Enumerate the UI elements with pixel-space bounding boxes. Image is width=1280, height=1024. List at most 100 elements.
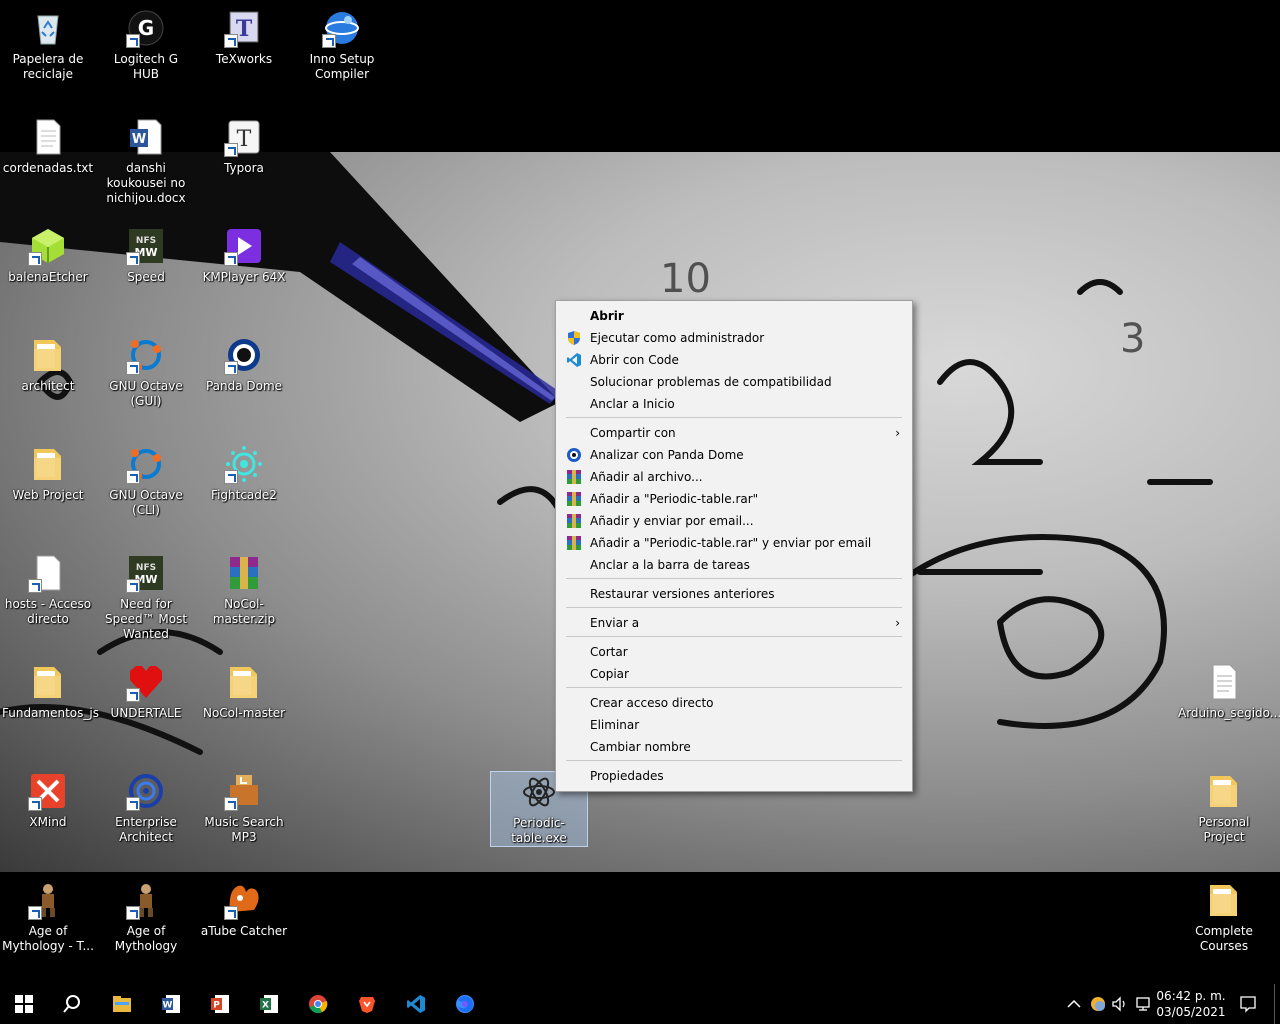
menu-item-anclar-a-la-barra-de-tareas[interactable]: Anclar a la barra de tareas: [556, 554, 912, 576]
typora-icon: T: [224, 117, 264, 157]
shortcut-arrow-icon: [126, 34, 140, 48]
taskbar-brave[interactable]: [343, 984, 391, 1024]
desktop-icon-personal-project[interactable]: Personal Project: [1176, 771, 1272, 845]
menu-item-eliminar[interactable]: Eliminar: [556, 714, 912, 736]
desktop-icon-kmplayer-64x[interactable]: KMPlayer 64X: [196, 226, 292, 285]
folder-icon: [1204, 880, 1244, 920]
shortcut-arrow-icon: [126, 252, 140, 266]
desktop-icon-nocol-master[interactable]: NoCol-master: [196, 662, 292, 721]
taskbar-vscode[interactable]: [392, 984, 440, 1024]
menu-item-añadir-a-periodic-table-rar-y-enviar-por-email[interactable]: Añadir a "Periodic-table.rar" y enviar p…: [556, 532, 912, 554]
desktop-icon-enterprise-architect[interactable]: Enterprise Architect: [98, 771, 194, 845]
desktop-icon-label: Speed: [127, 270, 165, 284]
tray-volume[interactable]: [1110, 994, 1130, 1014]
taskbar-word[interactable]: W: [147, 984, 195, 1024]
taskbar-excel[interactable]: X: [245, 984, 293, 1024]
menu-item-copiar[interactable]: Copiar: [556, 663, 912, 685]
desktop-icon-need-for-speed-most-wanted[interactable]: NFS MW Need for Speed™ Most Wanted: [98, 553, 194, 642]
desktop-icon-undertale[interactable]: UNDERTALE: [98, 662, 194, 721]
start-button[interactable]: [0, 984, 48, 1024]
desktop-icon-fundamentos-js[interactable]: Fundamentos_js: [0, 662, 99, 721]
menu-item-añadir-al-archivo[interactable]: Añadir al archivo...: [556, 466, 912, 488]
shortcut-arrow-icon: [224, 34, 238, 48]
desktop-icon-atube-catcher[interactable]: aTube Catcher: [196, 880, 292, 939]
menu-item-añadir-a-periodic-table-rar[interactable]: Añadir a "Periodic-table.rar": [556, 488, 912, 510]
desktop-icon-arduino-segido[interactable]: Arduino_segido...: [1176, 662, 1280, 721]
desktop-icon-architect[interactable]: architect: [0, 335, 96, 394]
desktop-icon-music-search-mp3[interactable]: Music Search MP3: [196, 771, 292, 845]
show-hidden-icons[interactable]: [1064, 994, 1084, 1014]
svg-text:G: G: [138, 16, 154, 40]
search-button[interactable]: [48, 984, 96, 1024]
desktop-icon-fightcade2[interactable]: Fightcade2: [196, 444, 292, 503]
aom-titans-icon: [28, 880, 68, 920]
desktop-icon-speed[interactable]: NFS MW Speed: [98, 226, 194, 285]
menu-item-propiedades[interactable]: Propiedades: [556, 765, 912, 787]
shortcut-arrow-icon: [126, 470, 140, 484]
desktop-icon-texworks[interactable]: T TeXworks: [196, 8, 292, 67]
desktop-icon-inno-setup-compiler[interactable]: Inno Setup Compiler: [294, 8, 390, 82]
menu-item-enviar-a[interactable]: Enviar a ›: [556, 612, 912, 634]
desktop-icon-balenaetcher[interactable]: balenaEtcher: [0, 226, 96, 285]
menu-item-crear-acceso-directo[interactable]: Crear acceso directo: [556, 692, 912, 714]
context-menu: Abrir Ejecutar como administrador Abrir co…: [555, 300, 913, 792]
svg-text:NFS: NFS: [136, 563, 156, 573]
action-center-button[interactable]: [1238, 994, 1258, 1014]
menu-item-label: Añadir y enviar por email...: [590, 514, 754, 528]
taskbar-file-explorer[interactable]: [98, 984, 146, 1024]
show-desktop-divider[interactable]: [1274, 984, 1275, 1024]
desktop-icon-nocol-master-zip[interactable]: NoCol-master.zip: [196, 553, 292, 627]
menu-item-label: Añadir a "Periodic-table.rar" y enviar p…: [590, 536, 872, 550]
taskbar-chrome[interactable]: [294, 984, 342, 1024]
taskbar-firefox[interactable]: [441, 984, 489, 1024]
menu-item-restaurar-versiones-anteriores[interactable]: Restaurar versiones anteriores: [556, 583, 912, 605]
menu-item-anclar-a-inicio[interactable]: Anclar a Inicio: [556, 393, 912, 415]
shortcut-arrow-icon: [224, 361, 238, 375]
shortcut-arrow-icon: [224, 252, 238, 266]
tray-weather[interactable]: [1088, 994, 1108, 1014]
desktop-icon-complete-courses[interactable]: Complete Courses: [1176, 880, 1272, 954]
desktop-icon-gnu-octave-cli[interactable]: GNU Octave (CLI): [98, 444, 194, 518]
menu-item-label: Crear acceso directo: [590, 696, 714, 710]
desktop-icon-xmind[interactable]: XMind: [0, 771, 96, 830]
desktop-icon-age-of-mythology-t[interactable]: Age of Mythology - T...: [0, 880, 96, 954]
desktop-icon-label: Age of Mythology - T...: [2, 924, 94, 953]
desktop-icon-cordenadas-txt[interactable]: cordenadas.txt: [0, 117, 96, 176]
taskbar-powerpoint[interactable]: P: [196, 984, 244, 1024]
shortcut-arrow-icon: [126, 688, 140, 702]
desktop-icon-papelera-de-reciclaje[interactable]: Papelera de reciclaje: [0, 8, 96, 82]
taskbar-clock[interactable]: 06:42 p. m. 03/05/2021: [1150, 988, 1232, 1020]
desktop-icon-panda-dome[interactable]: Panda Dome: [196, 335, 292, 394]
menu-item-label: Cortar: [590, 645, 628, 659]
desktop-icon-typora[interactable]: T Typora: [196, 117, 292, 176]
clock-date: 03/05/2021: [1156, 1005, 1226, 1019]
svg-text:X: X: [262, 1001, 269, 1011]
menu-item-solucionar-problemas-de-compatibilidad[interactable]: Solucionar problemas de compatibilidad: [556, 371, 912, 393]
menu-item-label: Analizar con Panda Dome: [590, 448, 744, 462]
vscode-icon: [407, 995, 425, 1013]
desktop-icon-label: Fightcade2: [211, 488, 277, 502]
menu-item-abrir[interactable]: Abrir: [556, 305, 912, 327]
desktop-icon-danshi-koukousei-no-nichijou-docx[interactable]: Wdanshi koukousei no nichijou.docx: [98, 117, 194, 206]
desktop-icon-logitech-g-hub[interactable]: G Logitech G HUB: [98, 8, 194, 82]
menu-item-analizar-con-panda-dome[interactable]: Analizar con Panda Dome: [556, 444, 912, 466]
desktop-icon-label: UNDERTALE: [110, 706, 182, 720]
desktop-icon-gnu-octave-gui[interactable]: GNU Octave (GUI): [98, 335, 194, 409]
chevron-up-icon: [1067, 999, 1081, 1008]
menu-item-ejecutar-como-administrador[interactable]: Ejecutar como administrador: [556, 327, 912, 349]
desktop-icon-label: GNU Octave (CLI): [109, 488, 183, 517]
menu-item-añadir-y-enviar-por-email[interactable]: Añadir y enviar por email...: [556, 510, 912, 532]
desktop-icon-age-of-mythology[interactable]: Age of Mythology: [98, 880, 194, 954]
file-icon: [28, 553, 68, 593]
firefox-icon: [456, 995, 474, 1013]
svg-text:T: T: [237, 127, 252, 152]
folder-icon: [28, 335, 68, 375]
menu-item-compartir-con[interactable]: Compartir con ›: [556, 422, 912, 444]
menu-item-cortar[interactable]: Cortar: [556, 641, 912, 663]
desktop-icon-hosts-acceso-directo[interactable]: hosts - Acceso directo: [0, 553, 96, 627]
desktop-icon-web-project[interactable]: Web Project: [0, 444, 96, 503]
menu-item-cambiar-nombre[interactable]: Cambiar nombre: [556, 736, 912, 758]
atube-catcher-icon: [224, 880, 264, 920]
desktop-icon-label: XMind: [29, 815, 67, 829]
menu-item-abrir-con-code[interactable]: Abrir con Code: [556, 349, 912, 371]
